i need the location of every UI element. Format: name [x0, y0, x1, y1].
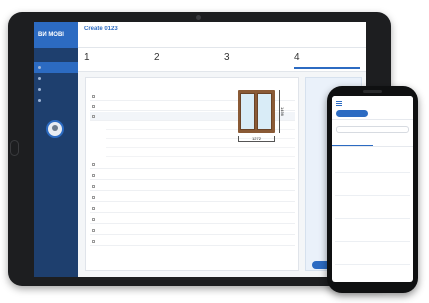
- device-mockup-scene: BИ MOBI Create 0123 1 2 3 4 1272 1456: [0, 0, 429, 303]
- step-1[interactable]: 1: [84, 51, 150, 69]
- list-item[interactable]: [335, 152, 410, 173]
- nav-dot-icon: [38, 77, 41, 80]
- width-dimension: 1272: [238, 136, 275, 142]
- new-order-button[interactable]: [336, 110, 368, 117]
- wizard-steps: 1 2 3 4: [78, 48, 366, 72]
- detail-row: [106, 149, 295, 157]
- nav-dot-icon: [38, 66, 41, 69]
- list-item[interactable]: [335, 198, 410, 219]
- mobile-tabs: [332, 137, 413, 147]
- avatar[interactable]: [46, 120, 64, 138]
- sidebar-item-3[interactable]: [34, 84, 78, 95]
- checkbox[interactable]: [92, 195, 95, 199]
- window-pane: [257, 93, 272, 130]
- search-input[interactable]: [336, 126, 409, 133]
- option-row[interactable]: [90, 193, 295, 202]
- checkbox[interactable]: [92, 94, 95, 98]
- step-4[interactable]: 4: [294, 51, 360, 69]
- checkbox[interactable]: [92, 114, 95, 118]
- checkbox[interactable]: [92, 206, 95, 210]
- page-title: Create 0123: [84, 26, 118, 32]
- option-row[interactable]: [90, 171, 295, 180]
- step-number: 4: [294, 52, 300, 63]
- option-row[interactable]: [90, 237, 295, 246]
- brand-logo[interactable]: BИ MOBI: [34, 22, 78, 48]
- step-number: 3: [224, 52, 230, 63]
- checkbox[interactable]: [92, 173, 95, 177]
- sidebar-item-1[interactable]: [34, 62, 78, 73]
- nav-dot-icon: [38, 88, 41, 91]
- height-dimension: 1456: [279, 90, 285, 133]
- tablet-home-button[interactable]: [10, 140, 19, 156]
- mobile-header: [332, 96, 413, 120]
- user-icon: [52, 125, 58, 131]
- option-row[interactable]: [90, 204, 295, 213]
- phone-screen: [332, 96, 413, 282]
- option-row[interactable]: [90, 160, 295, 169]
- list-item[interactable]: [335, 175, 410, 196]
- checkbox[interactable]: [92, 104, 95, 108]
- window-preview-image: [238, 90, 275, 133]
- checkbox[interactable]: [92, 239, 95, 243]
- header: Create 0123: [78, 22, 366, 48]
- option-row[interactable]: [90, 182, 295, 191]
- sidebar: BИ MOBI: [34, 22, 78, 277]
- checkbox[interactable]: [92, 217, 95, 221]
- checkbox[interactable]: [92, 228, 95, 232]
- step-number: 2: [154, 52, 160, 63]
- step-2[interactable]: 2: [154, 51, 220, 69]
- sidebar-item-4[interactable]: [34, 95, 78, 106]
- product-config-card: 1272 1456: [85, 77, 299, 271]
- sidebar-item-2[interactable]: [34, 73, 78, 84]
- main-content: Create 0123 1 2 3 4 1272 1456: [78, 22, 366, 277]
- checkbox[interactable]: [92, 184, 95, 188]
- hamburger-menu-icon[interactable]: [336, 101, 342, 106]
- tablet-screen: BИ MOBI Create 0123 1 2 3 4 1272 1456: [34, 22, 366, 277]
- window-pane: [240, 93, 255, 130]
- list-item[interactable]: [335, 244, 410, 265]
- phone-device: [327, 86, 418, 293]
- checkbox[interactable]: [92, 162, 95, 166]
- tab-first[interactable]: [332, 137, 373, 146]
- option-row[interactable]: [90, 215, 295, 224]
- option-row[interactable]: [90, 226, 295, 235]
- tablet-camera: [196, 15, 201, 20]
- step-number: 1: [84, 52, 90, 63]
- nav-dot-icon: [38, 99, 41, 102]
- list-item[interactable]: [335, 221, 410, 242]
- step-3[interactable]: 3: [224, 51, 290, 69]
- phone-speaker: [363, 90, 382, 93]
- tab-second[interactable]: [373, 137, 414, 146]
